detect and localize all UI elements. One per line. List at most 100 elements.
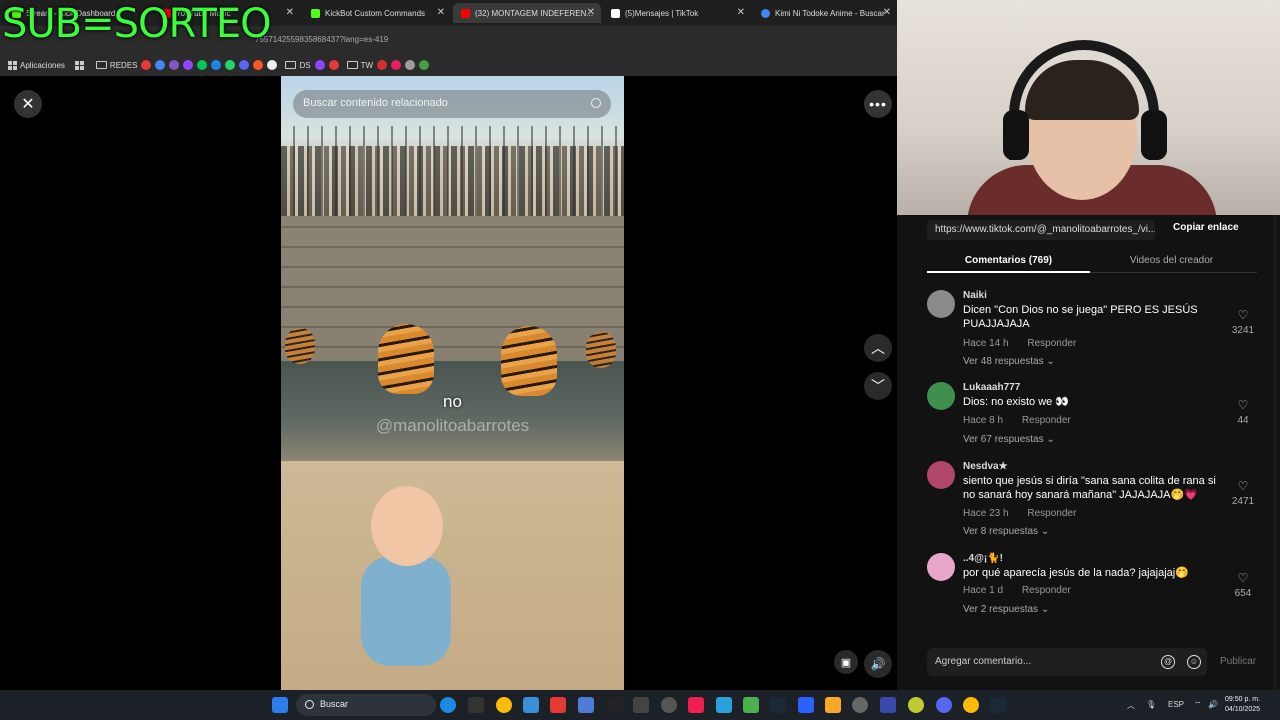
reply-button[interactable]: Responder bbox=[1022, 415, 1071, 426]
bookmark-folder-redes[interactable]: REDES bbox=[95, 61, 137, 70]
chrome-icon[interactable] bbox=[496, 697, 512, 713]
bookmark-icon[interactable] bbox=[391, 60, 402, 70]
tab-comments[interactable]: Comentarios (769) bbox=[927, 255, 1090, 266]
comment-username[interactable]: Naiki bbox=[963, 290, 987, 301]
bookmark-apps[interactable]: Aplicaciones bbox=[8, 60, 65, 70]
bookmark-icon[interactable] bbox=[253, 60, 264, 70]
video-link[interactable]: https://www.tiktok.com/@_manolitoabarrot… bbox=[927, 220, 1155, 240]
avatar[interactable] bbox=[927, 382, 955, 410]
view-replies-button[interactable]: Ver 8 respuestas ⌄ bbox=[963, 526, 1049, 537]
reply-button[interactable]: Responder bbox=[1022, 585, 1071, 596]
discord-bookmark-icon[interactable] bbox=[239, 60, 250, 70]
app-icon[interactable] bbox=[661, 697, 677, 713]
app-icon[interactable] bbox=[908, 697, 924, 713]
publish-button[interactable]: Publicar bbox=[1220, 656, 1256, 667]
twitch-bookmark-icon[interactable] bbox=[183, 60, 194, 70]
grid-icon[interactable] bbox=[74, 60, 84, 70]
app-icon[interactable] bbox=[523, 697, 539, 713]
bookmark-icon[interactable] bbox=[211, 60, 222, 70]
bookmark-icon[interactable] bbox=[267, 60, 278, 70]
tab-kickbot[interactable]: KickBot Custom Commands ✕ bbox=[303, 3, 451, 23]
volume-button[interactable]: 🔊 bbox=[864, 650, 892, 678]
headphone-earcup bbox=[1141, 110, 1167, 160]
app-icon[interactable] bbox=[633, 697, 649, 713]
app-icon[interactable] bbox=[550, 697, 566, 713]
bookmarks-bar: Aplicaciones REDES DS TW bbox=[0, 54, 897, 76]
view-replies-button[interactable]: Ver 48 respuestas ⌄ bbox=[963, 356, 1055, 367]
close-tab-icon[interactable]: ✕ bbox=[883, 7, 891, 18]
previous-video-button[interactable]: ︿ bbox=[864, 334, 892, 362]
like-button[interactable]: ♡ 2471 bbox=[1227, 477, 1259, 507]
chrome-icon[interactable] bbox=[963, 697, 979, 713]
avatar[interactable] bbox=[927, 290, 955, 318]
address-text[interactable]: 7557142559835868437?lang=es-419 bbox=[255, 35, 388, 44]
whatsapp-bookmark-icon[interactable] bbox=[225, 60, 236, 70]
steam-icon[interactable] bbox=[770, 697, 786, 713]
youtube-bookmark-icon[interactable] bbox=[141, 60, 152, 70]
related-search-input[interactable]: Buscar contenido relacionado bbox=[293, 90, 611, 118]
microphone-icon[interactable]: 🎙 bbox=[1146, 700, 1156, 709]
discord-icon[interactable] bbox=[936, 697, 952, 713]
google-bookmark-icon[interactable] bbox=[155, 60, 166, 70]
minecraft-icon[interactable] bbox=[743, 697, 759, 713]
emoji-icon[interactable]: ☺ bbox=[1187, 655, 1201, 669]
bookmark-icon[interactable] bbox=[197, 60, 208, 70]
steam-icon[interactable] bbox=[606, 697, 622, 713]
app-icon[interactable] bbox=[716, 697, 732, 713]
bookmark-icon[interactable] bbox=[377, 60, 388, 70]
like-button[interactable]: ♡ 654 bbox=[1227, 569, 1259, 599]
edge-icon[interactable] bbox=[440, 697, 456, 713]
comment-username[interactable]: Nesdva★ bbox=[963, 461, 1008, 472]
comment-username[interactable]: ..4@¡🐈! bbox=[963, 553, 1003, 564]
next-video-button[interactable]: ﹀ bbox=[864, 372, 892, 400]
tab-montagem[interactable]: (32) MONTAGEM INDEFEREN... ✕ bbox=[453, 3, 601, 23]
bookmark-icon[interactable] bbox=[314, 60, 325, 70]
volume-icon[interactable]: 🔊 bbox=[1208, 700, 1218, 709]
close-button[interactable]: ✕ bbox=[14, 90, 42, 118]
tray-chevron-icon[interactable]: ︿ bbox=[1127, 700, 1135, 711]
scrollbar[interactable] bbox=[1273, 215, 1277, 690]
bookmark-icon[interactable] bbox=[405, 60, 416, 70]
mention-icon[interactable]: @ bbox=[1161, 655, 1175, 669]
bookmark-icon[interactable] bbox=[328, 60, 339, 70]
bookmark-folder-tw[interactable]: TW bbox=[346, 61, 373, 70]
avatar[interactable] bbox=[927, 461, 955, 489]
terminal-icon[interactable] bbox=[468, 697, 484, 713]
app-icon[interactable] bbox=[852, 697, 868, 713]
copy-link-button[interactable]: Copiar enlace bbox=[1173, 222, 1239, 233]
bookmark-icon[interactable] bbox=[419, 60, 430, 70]
file-explorer-icon[interactable] bbox=[825, 697, 841, 713]
tab-tiktok-messages[interactable]: (5)Mensajes | TikTok ✕ bbox=[603, 3, 751, 23]
windows-start-icon[interactable] bbox=[272, 697, 288, 713]
bookmark-folder-ds[interactable]: DS bbox=[285, 61, 311, 70]
input-language[interactable]: ESP bbox=[1168, 700, 1184, 709]
reply-button[interactable]: Responder bbox=[1027, 338, 1076, 349]
close-tab-icon[interactable]: ✕ bbox=[737, 7, 745, 18]
close-tab-icon[interactable]: ✕ bbox=[286, 7, 294, 18]
taskbar-search[interactable]: Buscar bbox=[296, 694, 436, 716]
search-icon[interactable] bbox=[591, 98, 601, 108]
steam-icon[interactable] bbox=[990, 697, 1006, 713]
view-replies-button[interactable]: Ver 2 respuestas ⌄ bbox=[963, 604, 1049, 615]
close-tab-icon[interactable]: ✕ bbox=[587, 7, 595, 18]
tab-kimi-search[interactable]: Kimi Ni Todoke Anime - Buscar ✕ bbox=[753, 3, 897, 23]
tab-creator-videos[interactable]: Videos del creador bbox=[1090, 255, 1253, 266]
comment-username[interactable]: Lukaaah777 bbox=[963, 382, 1020, 393]
more-options-button[interactable]: ••• bbox=[864, 90, 892, 118]
app-icon[interactable] bbox=[798, 697, 814, 713]
video-caption: no bbox=[443, 392, 462, 411]
avatar[interactable] bbox=[927, 553, 955, 581]
like-button[interactable]: ♡ 44 bbox=[1227, 396, 1259, 426]
reply-button[interactable]: Responder bbox=[1027, 508, 1076, 519]
floating-player-button[interactable]: ▣ bbox=[834, 650, 858, 674]
like-button[interactable]: ♡ 3241 bbox=[1227, 306, 1259, 336]
close-tab-icon[interactable]: ✕ bbox=[437, 7, 445, 18]
wifi-icon[interactable]: ⌔ bbox=[1194, 700, 1202, 710]
video-player[interactable]: @manolitoabarrotes no Buscar contenido r… bbox=[281, 76, 624, 690]
clock[interactable]: 09:50 p. m. 04/10/2025 bbox=[1225, 695, 1260, 715]
view-replies-button[interactable]: Ver 67 respuestas ⌄ bbox=[963, 434, 1055, 445]
app-icon[interactable] bbox=[880, 697, 896, 713]
app-icon[interactable] bbox=[578, 697, 594, 713]
bookmark-icon[interactable] bbox=[169, 60, 180, 70]
tiktok-icon[interactable] bbox=[688, 697, 704, 713]
